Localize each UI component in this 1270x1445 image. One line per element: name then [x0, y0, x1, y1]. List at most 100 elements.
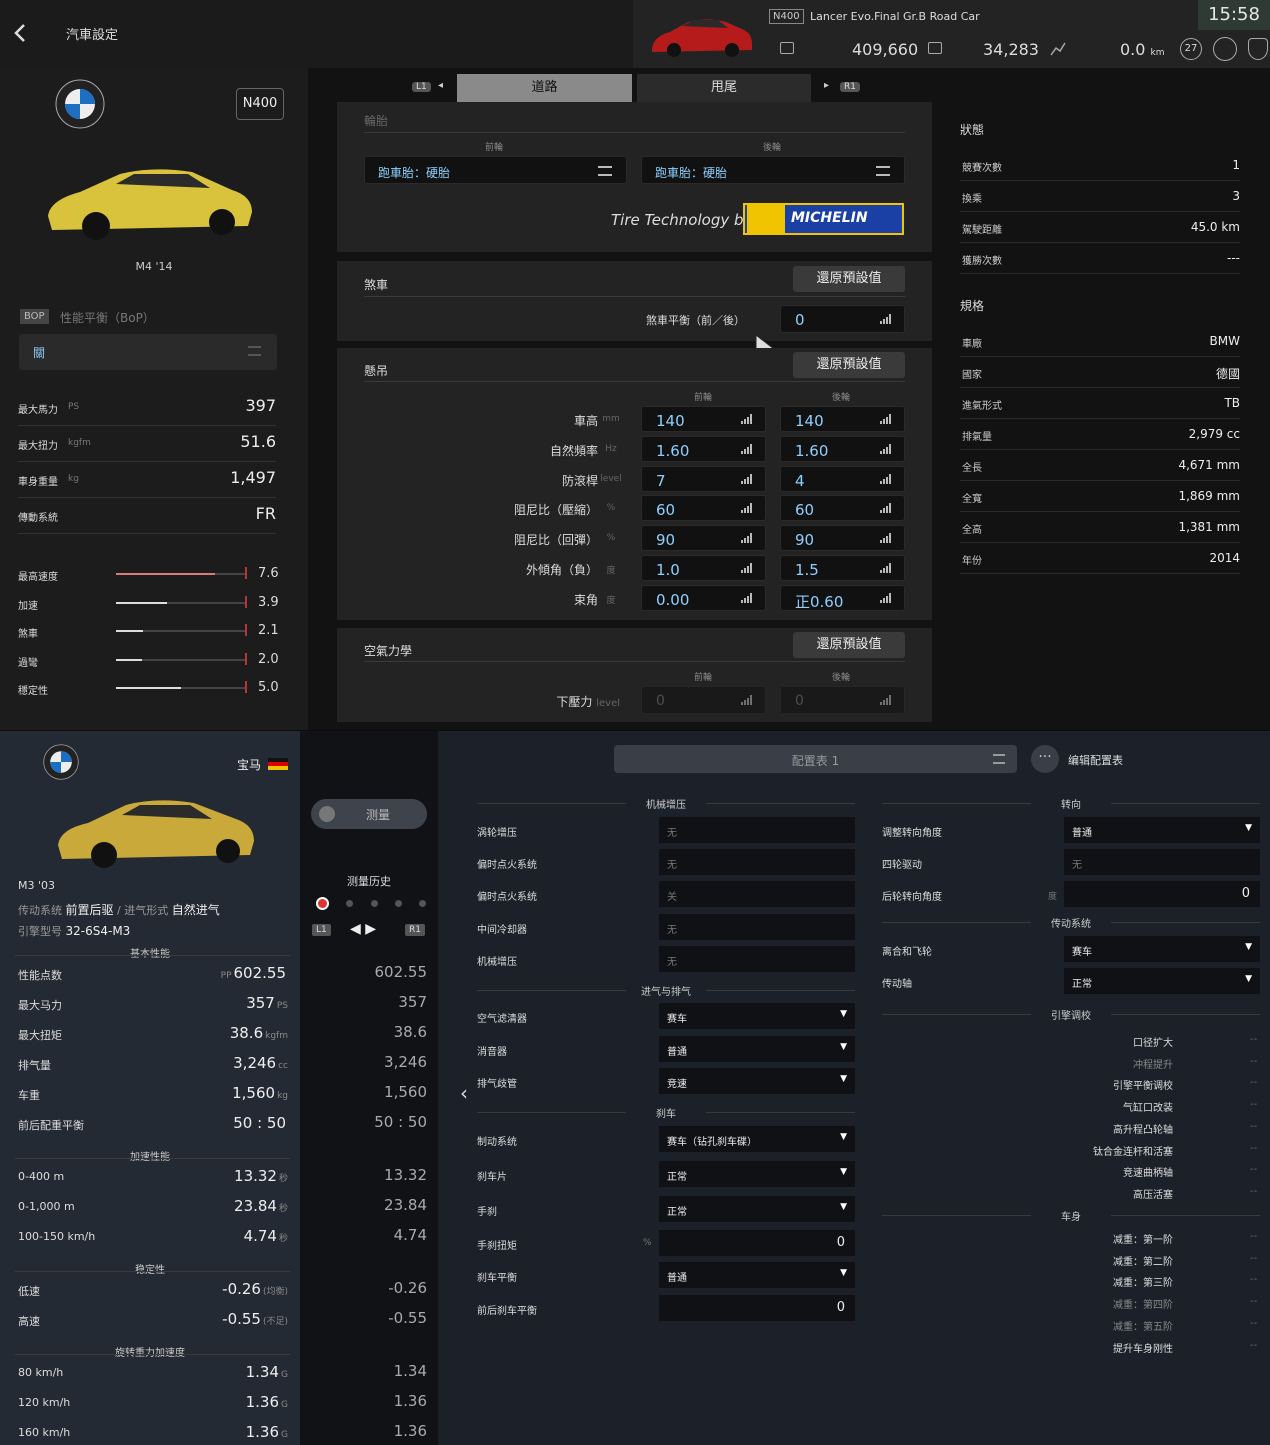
- edit-config-button[interactable]: ···: [1031, 745, 1059, 773]
- tune-label: 手刹: [477, 1207, 497, 1218]
- engine-part-value[interactable]: --: [1250, 1077, 1257, 1088]
- body-part-value[interactable]: --: [1250, 1318, 1257, 1329]
- history-r1[interactable]: R1: [405, 924, 425, 936]
- body-part-value[interactable]: --: [1250, 1296, 1257, 1307]
- engine-part-value[interactable]: --: [1250, 1034, 1257, 1045]
- tune-field[interactable]: 正常 ▼: [659, 1161, 855, 1187]
- tune-field[interactable]: 无: [659, 946, 855, 972]
- collapse-button[interactable]: ‹: [452, 1081, 476, 1111]
- body-part-value[interactable]: --: [1250, 1274, 1257, 1285]
- back-button[interactable]: [0, 0, 40, 66]
- brake-balance-field[interactable]: 0: [780, 305, 905, 333]
- tune-field[interactable]: 无: [659, 914, 855, 940]
- susp-front-field[interactable]: 1.60: [641, 435, 766, 462]
- engine-part-value[interactable]: --: [1250, 1186, 1257, 1197]
- perf-number: 1,560: [232, 1084, 276, 1102]
- perf-number: 357: [246, 994, 275, 1012]
- history-nav-arrows[interactable]: ◀ ▶: [350, 921, 376, 937]
- history-dot[interactable]: [346, 900, 354, 907]
- tab-r1[interactable]: R1: [840, 82, 860, 92]
- body-part-value[interactable]: --: [1250, 1253, 1257, 1264]
- susp-front-field[interactable]: 1.0: [641, 555, 766, 581]
- perf-unit: (均衡): [262, 1287, 288, 1297]
- front-tire-select[interactable]: 跑車胎：硬胎: [364, 156, 627, 184]
- susp-rear-field[interactable]: 140: [780, 406, 905, 432]
- divider: [15, 955, 290, 956]
- tune-label: 涡轮增压: [477, 828, 517, 839]
- engine-part-value[interactable]: --: [1250, 1121, 1257, 1132]
- history-dot[interactable]: [419, 900, 426, 907]
- rating-fill: [116, 573, 215, 575]
- engine-part-value[interactable]: --: [1250, 1143, 1257, 1154]
- tune-field[interactable]: 0: [1064, 881, 1260, 907]
- tab-drift[interactable]: 甩尾: [637, 74, 811, 102]
- susp-rear-field[interactable]: 90: [780, 525, 905, 552]
- susp-front-value: 1.60: [656, 441, 690, 460]
- history-l1[interactable]: L1: [312, 924, 331, 936]
- engine-part-value[interactable]: --: [1250, 1056, 1257, 1067]
- tune-field[interactable]: 普通 ▼: [1064, 817, 1260, 843]
- susp-front-value: 7: [656, 471, 666, 490]
- downforce-front-field[interactable]: 0: [641, 686, 766, 714]
- susp-rear-field[interactable]: 正0.60: [780, 584, 905, 611]
- tune-field[interactable]: 0: [659, 1295, 855, 1321]
- history-dot[interactable]: [370, 900, 378, 907]
- downforce-rear-value: 0: [795, 693, 804, 709]
- tune-field[interactable]: 0: [659, 1230, 855, 1256]
- tune-field[interactable]: 无: [659, 849, 855, 875]
- spec-label: 最大扭力: [18, 441, 58, 452]
- history-dot-active[interactable]: [316, 897, 329, 910]
- body-part-value[interactable]: --: [1250, 1340, 1257, 1351]
- tab-prev-arrow[interactable]: ◂: [438, 80, 443, 91]
- susp-front-field[interactable]: 7: [641, 465, 766, 492]
- divider: [364, 296, 905, 297]
- spec-value: 1,497: [230, 468, 276, 487]
- susp-front-field[interactable]: 60: [641, 495, 766, 522]
- tune-field[interactable]: 无: [1064, 849, 1260, 875]
- tune-field[interactable]: 无: [659, 817, 855, 843]
- susp-front-field[interactable]: 140: [641, 406, 766, 432]
- susp-front-field[interactable]: 0.00: [641, 584, 766, 611]
- history-value: 38.6: [393, 1023, 427, 1041]
- tune-field[interactable]: 赛车 ▼: [1064, 936, 1260, 962]
- body-part-value[interactable]: --: [1250, 1231, 1257, 1242]
- tune-field[interactable]: 普通 ▼: [659, 1262, 855, 1288]
- menu-icon[interactable]: [1248, 38, 1268, 60]
- downforce-rear-field[interactable]: 0: [780, 686, 905, 714]
- tune-field[interactable]: 赛车（钻孔刹车碟） ▼: [659, 1126, 855, 1152]
- profile-icon[interactable]: [1213, 37, 1237, 61]
- tab-l1[interactable]: L1: [412, 82, 431, 92]
- bop-selector[interactable]: 關: [19, 334, 277, 370]
- susp-front-value: 90: [656, 531, 676, 550]
- brake-reset-button[interactable]: 還原預設值: [793, 266, 905, 292]
- tab-road[interactable]: 道路: [457, 74, 632, 102]
- tab-next-arrow[interactable]: ▸: [824, 80, 829, 91]
- history-value: 357: [398, 993, 427, 1011]
- tune-label: 制动系统: [477, 1137, 517, 1148]
- mileage-icon: [928, 42, 942, 54]
- perf-unit: cc: [278, 1061, 288, 1071]
- susp-rear-field[interactable]: 1.60: [780, 435, 905, 462]
- aero-reset-button[interactable]: 還原預設值: [793, 632, 905, 658]
- section-title: 进气与排气: [626, 983, 706, 998]
- suspension-reset-button[interactable]: 還原預設值: [793, 352, 905, 378]
- engine-part-label: 气缸口改装: [1123, 1103, 1173, 1115]
- tune-field[interactable]: 正常 ▼: [659, 1196, 855, 1222]
- tune-field[interactable]: 赛车 ▼: [659, 1003, 855, 1029]
- engine-part-value[interactable]: --: [1250, 1099, 1257, 1110]
- config-selector[interactable]: 配置表 1: [614, 745, 1017, 773]
- tune-field[interactable]: 关: [659, 881, 855, 907]
- engine-part-value[interactable]: --: [1250, 1164, 1257, 1175]
- history-dot[interactable]: [394, 900, 402, 907]
- measure-button[interactable]: 测量: [311, 799, 427, 829]
- susp-front-field[interactable]: 90: [641, 525, 766, 552]
- susp-rear-field[interactable]: 1.5: [780, 555, 905, 581]
- tune-field[interactable]: 普通 ▼: [659, 1036, 855, 1062]
- tune-field[interactable]: 竞速 ▼: [659, 1068, 855, 1094]
- susp-rear-field[interactable]: 4: [780, 465, 905, 492]
- rear-tire-select[interactable]: 跑車胎：硬胎: [641, 156, 905, 184]
- tune-field[interactable]: 正常 ▼: [1064, 968, 1260, 994]
- susp-rear-field[interactable]: 60: [780, 495, 905, 522]
- history-dots[interactable]: [316, 897, 426, 910]
- info-value: 1,381 mm: [1178, 520, 1240, 534]
